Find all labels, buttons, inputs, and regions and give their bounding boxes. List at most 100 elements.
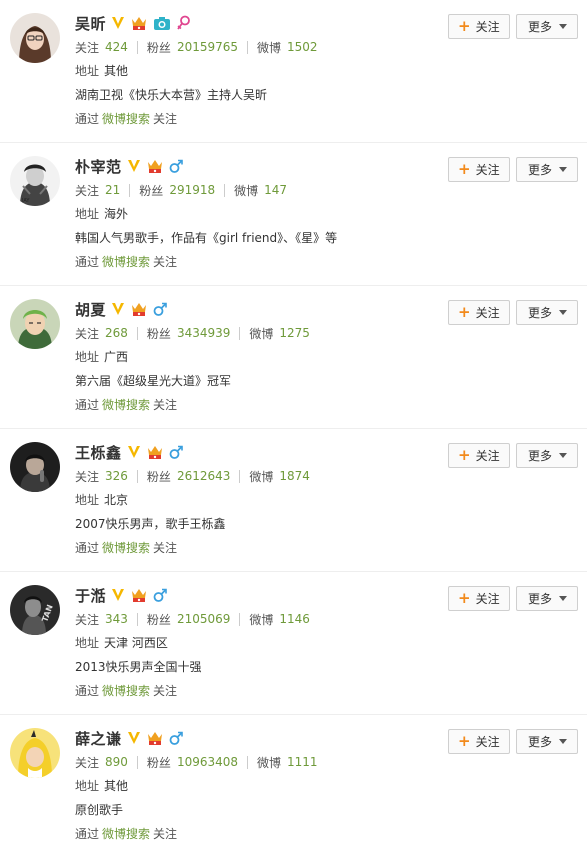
avatar[interactable]: JAY [10,156,60,206]
follow-label: 关注 [75,40,100,55]
address-value: 天津 河西区 [104,636,168,650]
via-source-link[interactable]: 微博搜索 [102,684,150,698]
via-line: 通过 微博搜索 关注 [75,253,177,270]
avatar[interactable] [10,13,60,63]
address-label: 地址 [75,779,100,793]
user-card: 胡夏 关注 268 粉丝 3434939 微博 1275 地址 广西 第六届《超级… [0,286,587,429]
user-card: 王栎鑫 关注 326 粉丝 2612643 微博 1874 地址 北京 2007快… [0,429,587,572]
weibo-label: 微博 [257,40,282,55]
divider [129,183,131,197]
via-label: 通过 [75,827,100,841]
address-label: 地址 [75,64,100,78]
follow-count[interactable]: 890 [105,755,128,769]
user-name[interactable]: 王栎鑫 [75,442,122,463]
vip-crown-icon[interactable] [146,730,164,746]
follow-label: 关注 [75,326,100,341]
more-button[interactable]: 更多 [516,14,578,39]
via-suffix: 关注 [153,541,178,555]
fans-count[interactable]: 10963408 [177,755,238,769]
follow-count[interactable]: 326 [105,469,128,483]
address-line: 地址 其他 [75,62,128,79]
follow-count[interactable]: 268 [105,326,128,340]
follow-button[interactable]: + 关注 [448,14,510,39]
verified-v-icon [111,587,125,603]
more-button-label: 更多 [528,20,553,34]
weibo-count[interactable]: 1275 [279,326,310,340]
plus-icon: + [458,303,471,321]
avatar[interactable] [10,728,60,778]
fans-count[interactable]: 2612643 [177,469,230,483]
fans-label: 粉丝 [146,326,171,341]
address-value: 海外 [104,207,129,221]
divider [239,612,241,626]
via-line: 通过 微博搜索 关注 [75,682,177,699]
address-label: 地址 [75,493,100,507]
male-icon [153,301,167,317]
divider [224,183,226,197]
user-stats: 关注 890 粉丝 10963408 微博 1111 [75,753,318,771]
user-name[interactable]: 吴昕 [75,13,106,34]
male-icon [153,587,167,603]
user-name[interactable]: 薛之谦 [75,728,122,749]
plus-icon: + [458,160,471,178]
more-button-label: 更多 [528,735,553,749]
weibo-label: 微博 [234,183,259,198]
via-line: 通过 微博搜索 关注 [75,825,177,841]
follow-button[interactable]: + 关注 [448,586,510,611]
user-name[interactable]: 于湉 [75,585,106,606]
follow-count[interactable]: 424 [105,40,128,54]
follow-count[interactable]: 21 [105,183,120,197]
user-intro: 湖南卫视《快乐大本营》主持人吴昕 [75,88,268,102]
more-button[interactable]: 更多 [516,300,578,325]
more-button[interactable]: 更多 [516,443,578,468]
divider [136,469,138,483]
follow-button-label: 关注 [475,20,500,34]
via-line: 通过 微博搜索 关注 [75,110,177,127]
follow-button[interactable]: + 关注 [448,443,510,468]
male-icon [169,444,183,460]
more-button[interactable]: 更多 [516,586,578,611]
fans-count[interactable]: 2105069 [177,612,230,626]
avatar[interactable] [10,299,60,349]
avatar[interactable]: TAN [10,585,60,635]
follow-label: 关注 [75,183,100,198]
vip-crown-icon[interactable] [146,444,164,460]
follow-button-label: 关注 [475,449,500,463]
vip-crown-icon[interactable] [130,301,148,317]
camera-icon[interactable] [153,15,171,31]
user-stats: 关注 21 粉丝 291918 微博 147 [75,181,287,199]
via-source-link[interactable]: 微博搜索 [102,827,150,841]
vip-crown-icon[interactable] [146,158,164,174]
more-button[interactable]: 更多 [516,729,578,754]
weibo-count[interactable]: 1111 [287,755,318,769]
weibo-count[interactable]: 147 [264,183,287,197]
avatar[interactable] [10,442,60,492]
user-name[interactable]: 朴宰范 [75,156,122,177]
weibo-count[interactable]: 1874 [279,469,310,483]
divider [239,326,241,340]
verified-v-icon [127,730,141,746]
address-value: 其他 [104,779,129,793]
fans-label: 粉丝 [146,40,171,55]
via-source-link[interactable]: 微博搜索 [102,112,150,126]
via-source-link[interactable]: 微博搜索 [102,541,150,555]
follow-button[interactable]: + 关注 [448,157,510,182]
via-source-link[interactable]: 微博搜索 [102,398,150,412]
follow-button[interactable]: + 关注 [448,300,510,325]
user-intro: 第六届《超级星光大道》冠军 [75,374,232,388]
weibo-label: 微博 [249,612,274,627]
follow-count[interactable]: 343 [105,612,128,626]
via-source-link[interactable]: 微博搜索 [102,255,150,269]
user-name[interactable]: 胡夏 [75,299,106,320]
via-line: 通过 微博搜索 关注 [75,396,177,413]
name-row: 胡夏 [75,298,167,320]
vip-crown-icon[interactable] [130,587,148,603]
fans-count[interactable]: 3434939 [177,326,230,340]
fans-count[interactable]: 20159765 [177,40,238,54]
vip-crown-icon[interactable] [130,15,148,31]
weibo-count[interactable]: 1502 [287,40,318,54]
more-button[interactable]: 更多 [516,157,578,182]
fans-count[interactable]: 291918 [169,183,215,197]
follow-button[interactable]: + 关注 [448,729,510,754]
weibo-count[interactable]: 1146 [279,612,310,626]
